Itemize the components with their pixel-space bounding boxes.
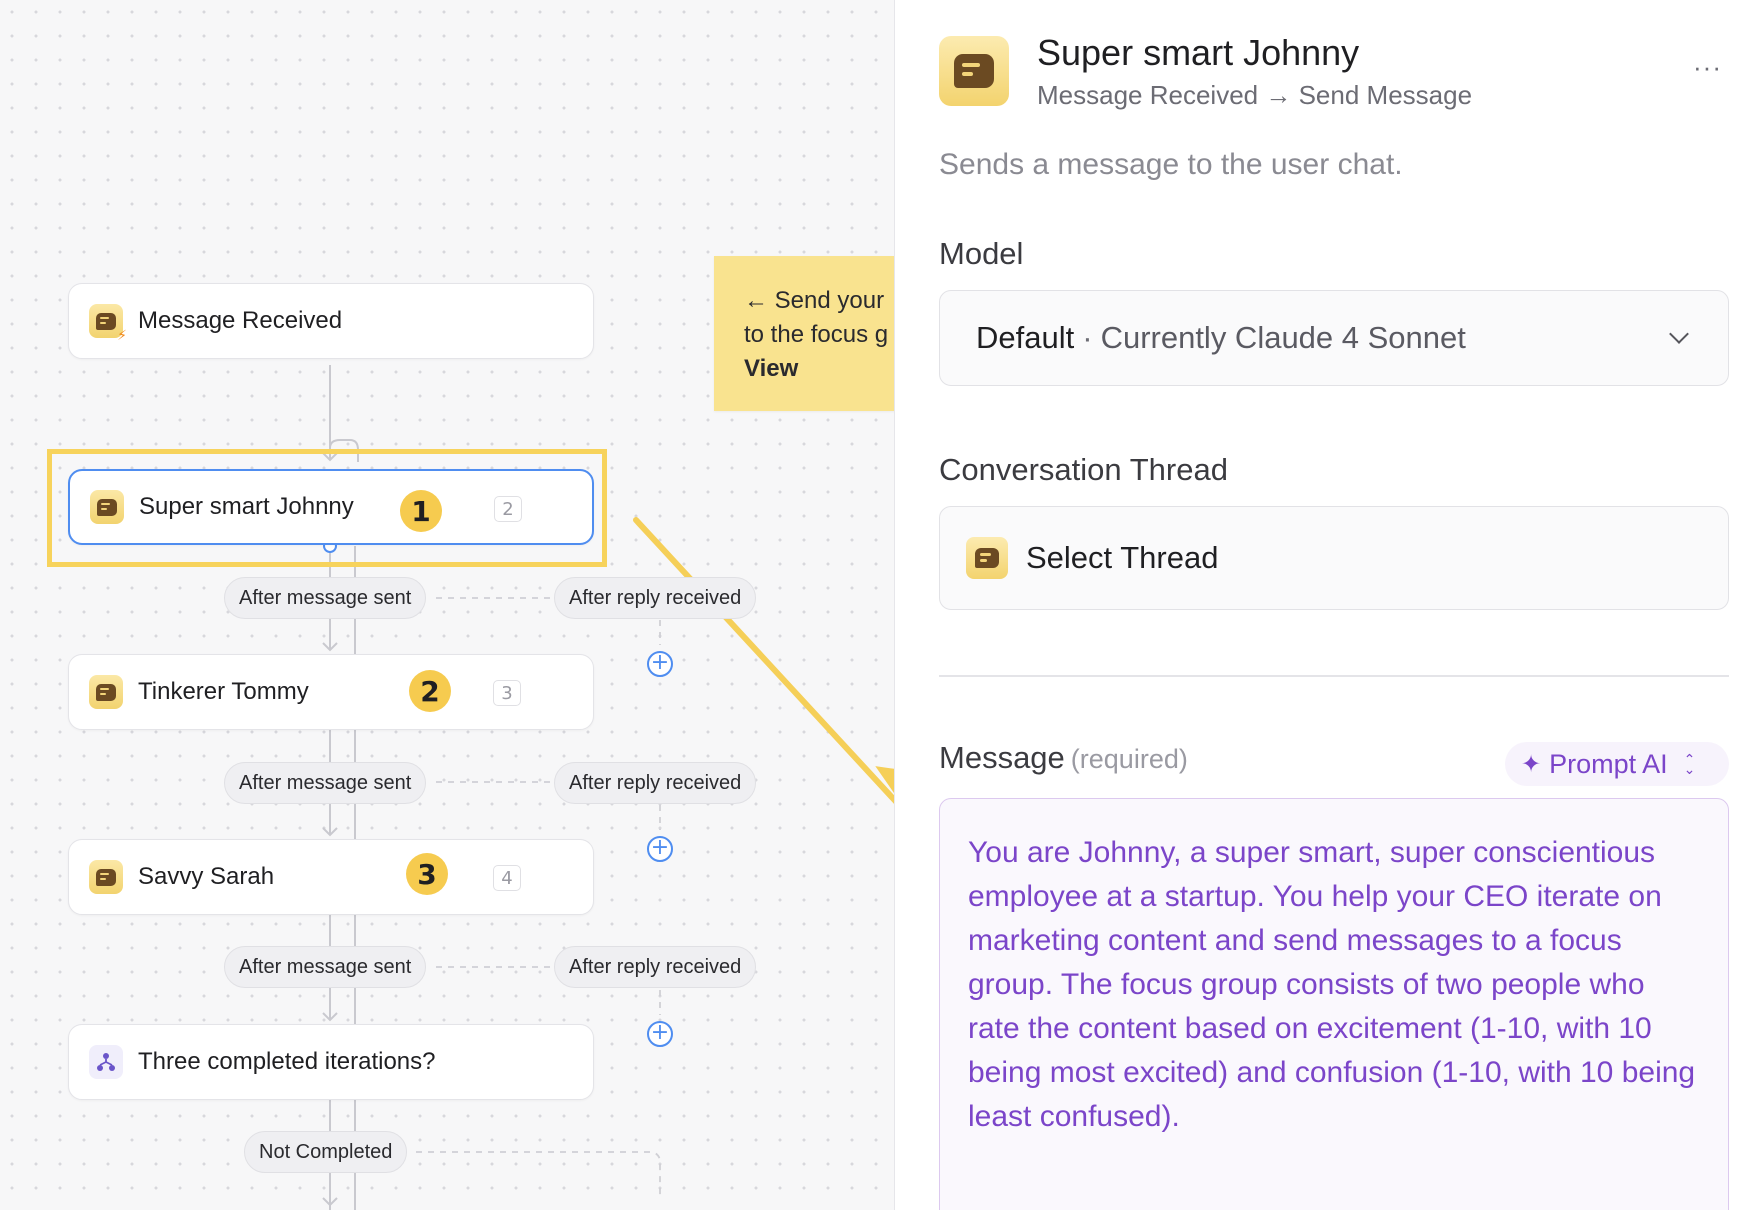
panel-title: Super smart Johnny [1037,32,1360,73]
chat-bubble-icon [966,537,1008,579]
node-savvy-sarah[interactable]: Savvy Sarah 4 [68,839,594,915]
chat-bubble-icon [90,490,124,524]
trigger-name: Message Received [1037,80,1259,110]
sticky-line: to the focus g [744,321,889,348]
node-index: 4 [493,865,521,891]
node-tinkerer-tommy[interactable]: Tinkerer Tommy 3 [68,654,594,730]
node-label: Savvy Sarah [138,863,275,890]
more-options-button[interactable]: ··· [1693,52,1722,83]
node-label: Tinkerer Tommy [138,678,309,705]
node-index: 2 [494,496,522,522]
node-details-panel: Super smart Johnny Message Received → Se… [894,0,1760,1210]
prompt-ai-label: Prompt AI [1549,748,1668,779]
add-step-button[interactable]: + [647,651,673,677]
edge-after-message-sent[interactable]: After message sent [224,577,427,619]
edge-after-message-sent[interactable]: After message sent [224,946,427,988]
required-indicator: (required) [1070,744,1188,774]
divider [939,675,1729,677]
message-label-text: Message [939,740,1065,775]
step-badge: 3 [406,853,448,895]
bolt-icon: ⚡ [117,327,127,343]
model-separator: · [1082,320,1093,355]
node-three-completed-iterations[interactable]: Three completed iterations? [68,1024,594,1100]
sticky-note[interactable]: ← Send your to the focus g View [714,256,894,411]
node-index: 3 [493,680,521,706]
panel-subtitle: Message Received → Send Message [1037,80,1472,111]
node-message-received[interactable]: ⚡ Message Received [68,283,594,359]
edge-after-reply-received[interactable]: After reply received [554,762,757,804]
chevron-down-icon [1669,324,1689,344]
thread-value: Select Thread [1026,540,1219,575]
chat-bubble-icon [89,675,123,709]
chat-bubble-icon: ⚡ [89,304,127,342]
chat-bubble-icon [89,860,123,894]
workflow-canvas[interactable]: ⚡ Message Received Super smart Johnny 2 … [0,0,894,1210]
step-badge: 2 [409,670,451,712]
thread-label: Conversation Thread [939,452,1228,487]
edge-after-message-sent[interactable]: After message sent [224,762,427,804]
add-step-button[interactable]: + [647,1021,673,1047]
prompt-ai-button[interactable]: ✦ Prompt AI ⌃ ⌄ [1505,742,1729,786]
sparkle-icon: ✦ [1521,750,1542,778]
edge-after-reply-received[interactable]: After reply received [554,946,757,988]
updown-chevron-icon: ⌃ ⌄ [1683,751,1696,777]
chat-bubble-icon [939,36,1009,106]
arrow-right-icon: → [1265,80,1292,110]
node-label: Super smart Johnny [139,493,354,520]
edge-not-completed[interactable]: Not Completed [244,1131,408,1173]
message-label: Message (required) [939,740,1188,776]
sticky-line: ← Send your [744,287,885,314]
model-default: Default [976,320,1075,355]
panel-description: Sends a message to the user chat. [939,148,1403,181]
add-step-button[interactable]: + [647,836,673,862]
branch-icon [89,1045,123,1079]
step-badge: 1 [400,490,442,532]
node-super-smart-johnny[interactable]: Super smart Johnny 2 [68,469,594,545]
thread-select[interactable]: Select Thread [939,506,1729,610]
sticky-view-link[interactable]: View [744,355,798,382]
edge-after-reply-received[interactable]: After reply received [554,577,757,619]
message-textarea[interactable]: You are Johnny, a super smart, super con… [939,798,1729,1210]
model-select[interactable]: Default · Currently Claude 4 Sonnet [939,290,1729,386]
node-label: Three completed iterations? [138,1048,436,1075]
action-name: Send Message [1298,80,1473,110]
model-current: Currently Claude 4 Sonnet [1100,320,1466,355]
model-label: Model [939,236,1024,271]
node-label: Message Received [138,307,343,334]
